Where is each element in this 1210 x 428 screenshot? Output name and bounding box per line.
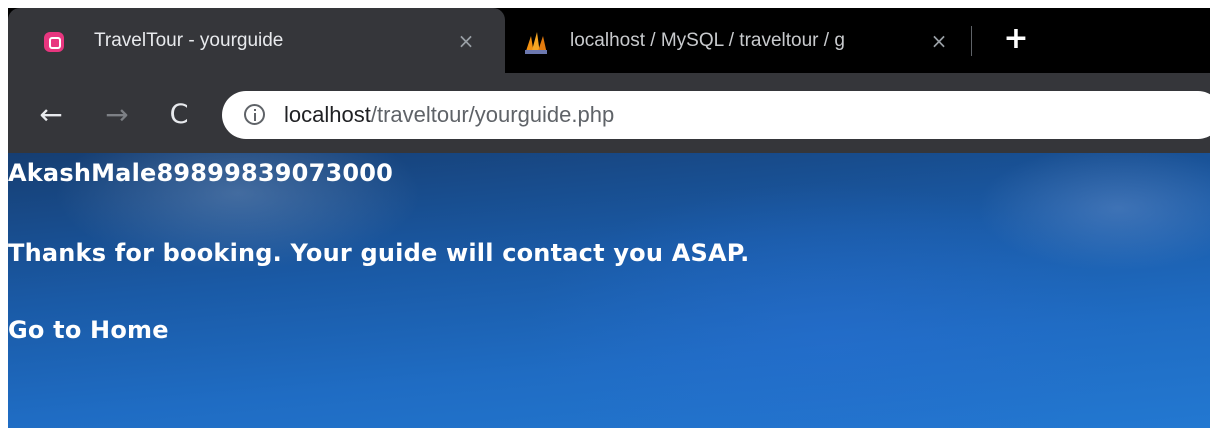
tab-title: localhost / MySQL / traveltour / g <box>570 30 845 51</box>
reload-button[interactable]: C <box>163 99 195 131</box>
close-icon[interactable]: × <box>926 28 952 54</box>
wamp-icon <box>44 32 64 52</box>
url-path: /traveltour/yourguide.php <box>370 102 615 127</box>
phpmyadmin-icon <box>525 32 547 54</box>
toolbar: ← → C localhost/traveltour/yourguide.php <box>8 73 1210 153</box>
tab-separator <box>971 26 972 56</box>
tab-traveltour[interactable]: TravelTour - yourguide × <box>8 8 505 73</box>
close-icon[interactable]: × <box>453 28 479 54</box>
record-text: AkashMale89899839073000 <box>8 159 394 187</box>
url-text[interactable]: localhost/traveltour/yourguide.php <box>284 102 614 128</box>
new-tab-button[interactable]: + <box>1001 24 1031 54</box>
page-content: AkashMale89899839073000 Thanks for booki… <box>8 153 1210 428</box>
tab-title: TravelTour - yourguide <box>94 30 284 51</box>
info-icon[interactable] <box>244 104 265 125</box>
browser-window: TravelTour - yourguide × localhost / MyS… <box>8 8 1210 428</box>
forward-button[interactable]: → <box>101 99 133 131</box>
url-host: localhost <box>284 102 371 127</box>
address-bar[interactable]: localhost/traveltour/yourguide.php <box>222 91 1210 139</box>
confirmation-message: Thanks for booking. Your guide will cont… <box>8 239 750 267</box>
go-home-link[interactable]: Go to Home <box>8 316 169 344</box>
tab-strip: TravelTour - yourguide × localhost / MyS… <box>8 8 1210 73</box>
back-button[interactable]: ← <box>35 99 67 131</box>
